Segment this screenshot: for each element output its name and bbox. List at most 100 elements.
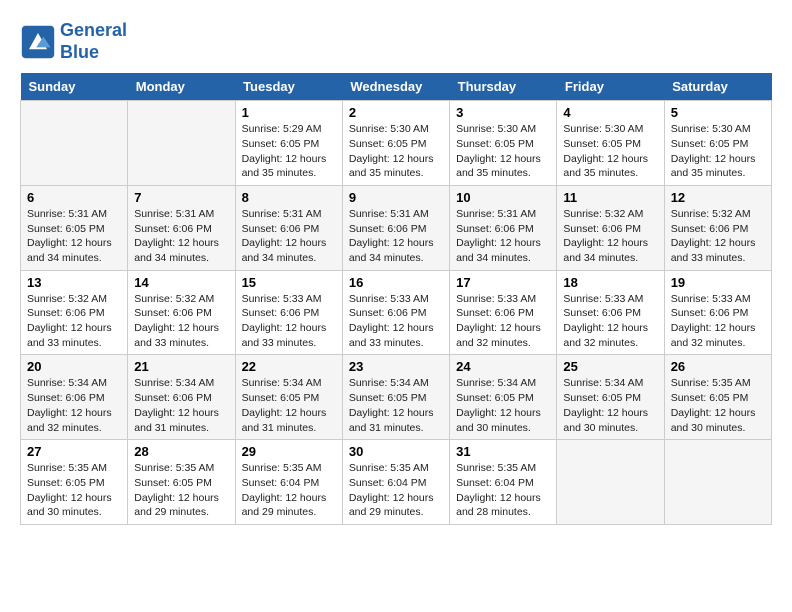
calendar-cell: 17 Sunrise: 5:33 AMSunset: 6:06 PMDayligh… <box>450 270 557 355</box>
day-header-sunday: Sunday <box>21 73 128 101</box>
day-info: Sunrise: 5:31 AMSunset: 6:06 PMDaylight:… <box>242 207 336 266</box>
day-info: Sunrise: 5:31 AMSunset: 6:06 PMDaylight:… <box>349 207 443 266</box>
day-number: 16 <box>349 275 443 290</box>
day-number: 17 <box>456 275 550 290</box>
day-number: 5 <box>671 105 765 120</box>
day-info: Sunrise: 5:33 AMSunset: 6:06 PMDaylight:… <box>671 292 765 351</box>
day-number: 14 <box>134 275 228 290</box>
calendar-week-row: 27 Sunrise: 5:35 AMSunset: 6:05 PMDayligh… <box>21 440 772 525</box>
day-header-wednesday: Wednesday <box>342 73 449 101</box>
day-info: Sunrise: 5:30 AMSunset: 6:05 PMDaylight:… <box>563 122 657 181</box>
day-info: Sunrise: 5:32 AMSunset: 6:06 PMDaylight:… <box>27 292 121 351</box>
day-info: Sunrise: 5:35 AMSunset: 6:05 PMDaylight:… <box>134 461 228 520</box>
day-number: 13 <box>27 275 121 290</box>
day-number: 3 <box>456 105 550 120</box>
day-info: Sunrise: 5:33 AMSunset: 6:06 PMDaylight:… <box>563 292 657 351</box>
day-info: Sunrise: 5:30 AMSunset: 6:05 PMDaylight:… <box>671 122 765 181</box>
calendar-cell: 28 Sunrise: 5:35 AMSunset: 6:05 PMDayligh… <box>128 440 235 525</box>
day-info: Sunrise: 5:31 AMSunset: 6:06 PMDaylight:… <box>456 207 550 266</box>
day-number: 23 <box>349 359 443 374</box>
day-number: 24 <box>456 359 550 374</box>
calendar-cell: 6Sunrise: 5:31 AMSunset: 6:05 PMDaylight… <box>21 185 128 270</box>
day-info: Sunrise: 5:29 AMSunset: 6:05 PMDaylight:… <box>242 122 336 181</box>
day-number: 26 <box>671 359 765 374</box>
day-header-tuesday: Tuesday <box>235 73 342 101</box>
day-header-monday: Monday <box>128 73 235 101</box>
calendar-header-row: SundayMondayTuesdayWednesdayThursdayFrid… <box>21 73 772 101</box>
day-number: 18 <box>563 275 657 290</box>
calendar-cell: 19 Sunrise: 5:33 AMSunset: 6:06 PMDayligh… <box>664 270 771 355</box>
day-info: Sunrise: 5:34 AMSunset: 6:05 PMDaylight:… <box>563 376 657 435</box>
day-number: 21 <box>134 359 228 374</box>
day-info: Sunrise: 5:30 AMSunset: 6:05 PMDaylight:… <box>349 122 443 181</box>
calendar-cell: 18 Sunrise: 5:33 AMSunset: 6:06 PMDayligh… <box>557 270 664 355</box>
day-number: 10 <box>456 190 550 205</box>
calendar-cell: 9 Sunrise: 5:31 AMSunset: 6:06 PMDaylight… <box>342 185 449 270</box>
day-info: Sunrise: 5:33 AMSunset: 6:06 PMDaylight:… <box>456 292 550 351</box>
calendar-cell: 12 Sunrise: 5:32 AMSunset: 6:06 PMDayligh… <box>664 185 771 270</box>
calendar-cell: 23Sunrise: 5:34 AMSunset: 6:05 PMDayligh… <box>342 355 449 440</box>
day-header-saturday: Saturday <box>664 73 771 101</box>
logo: General Blue <box>20 20 127 63</box>
calendar-cell: 7 Sunrise: 5:31 AMSunset: 6:06 PMDaylight… <box>128 185 235 270</box>
calendar-cell: 13 Sunrise: 5:32 AMSunset: 6:06 PMDayligh… <box>21 270 128 355</box>
calendar-cell: 3 Sunrise: 5:30 AMSunset: 6:05 PMDaylight… <box>450 101 557 186</box>
logo-line1: General <box>60 20 127 42</box>
day-number: 7 <box>134 190 228 205</box>
calendar-week-row: 1Sunrise: 5:29 AMSunset: 6:05 PMDaylight… <box>21 101 772 186</box>
calendar-cell <box>21 101 128 186</box>
day-number: 27 <box>27 444 121 459</box>
calendar-cell: 22 Sunrise: 5:34 AMSunset: 6:05 PMDayligh… <box>235 355 342 440</box>
day-number: 9 <box>349 190 443 205</box>
day-info: Sunrise: 5:35 AMSunset: 6:05 PMDaylight:… <box>671 376 765 435</box>
day-info: Sunrise: 5:34 AMSunset: 6:06 PMDaylight:… <box>134 376 228 435</box>
calendar-cell: 10 Sunrise: 5:31 AMSunset: 6:06 PMDayligh… <box>450 185 557 270</box>
day-number: 2 <box>349 105 443 120</box>
calendar-week-row: 6Sunrise: 5:31 AMSunset: 6:05 PMDaylight… <box>21 185 772 270</box>
logo-icon <box>20 24 56 60</box>
day-info: Sunrise: 5:35 AMSunset: 6:04 PMDaylight:… <box>242 461 336 520</box>
day-number: 19 <box>671 275 765 290</box>
calendar-table: SundayMondayTuesdayWednesdayThursdayFrid… <box>20 73 772 525</box>
calendar-cell: 26 Sunrise: 5:35 AMSunset: 6:05 PMDayligh… <box>664 355 771 440</box>
day-info: Sunrise: 5:31 AMSunset: 6:06 PMDaylight:… <box>134 207 228 266</box>
day-info: Sunrise: 5:30 AMSunset: 6:05 PMDaylight:… <box>456 122 550 181</box>
day-number: 12 <box>671 190 765 205</box>
calendar-cell: 14 Sunrise: 5:32 AMSunset: 6:06 PMDayligh… <box>128 270 235 355</box>
calendar-cell: 16 Sunrise: 5:33 AMSunset: 6:06 PMDayligh… <box>342 270 449 355</box>
calendar-cell: 25 Sunrise: 5:34 AMSunset: 6:05 PMDayligh… <box>557 355 664 440</box>
day-info: Sunrise: 5:35 AMSunset: 6:04 PMDaylight:… <box>349 461 443 520</box>
calendar-cell: 8 Sunrise: 5:31 AMSunset: 6:06 PMDaylight… <box>235 185 342 270</box>
logo-line2: Blue <box>60 42 127 64</box>
day-info: Sunrise: 5:33 AMSunset: 6:06 PMDaylight:… <box>242 292 336 351</box>
calendar-cell: 1Sunrise: 5:29 AMSunset: 6:05 PMDaylight… <box>235 101 342 186</box>
calendar-week-row: 20 Sunrise: 5:34 AMSunset: 6:06 PMDayligh… <box>21 355 772 440</box>
day-number: 22 <box>242 359 336 374</box>
calendar-cell: 29 Sunrise: 5:35 AMSunset: 6:04 PMDayligh… <box>235 440 342 525</box>
day-info: Sunrise: 5:34 AMSunset: 6:05 PMDaylight:… <box>242 376 336 435</box>
day-number: 29 <box>242 444 336 459</box>
day-info: Sunrise: 5:32 AMSunset: 6:06 PMDaylight:… <box>134 292 228 351</box>
day-number: 15 <box>242 275 336 290</box>
day-info: Sunrise: 5:32 AMSunset: 6:06 PMDaylight:… <box>563 207 657 266</box>
calendar-week-row: 13 Sunrise: 5:32 AMSunset: 6:06 PMDayligh… <box>21 270 772 355</box>
day-number: 8 <box>242 190 336 205</box>
calendar-cell <box>664 440 771 525</box>
day-info: Sunrise: 5:34 AMSunset: 6:06 PMDaylight:… <box>27 376 121 435</box>
day-number: 28 <box>134 444 228 459</box>
day-info: Sunrise: 5:34 AMSunset: 6:05 PMDaylight:… <box>456 376 550 435</box>
day-number: 25 <box>563 359 657 374</box>
calendar-cell: 20 Sunrise: 5:34 AMSunset: 6:06 PMDayligh… <box>21 355 128 440</box>
calendar-cell: 30Sunrise: 5:35 AMSunset: 6:04 PMDayligh… <box>342 440 449 525</box>
day-number: 20 <box>27 359 121 374</box>
calendar-cell: 5 Sunrise: 5:30 AMSunset: 6:05 PMDaylight… <box>664 101 771 186</box>
calendar-cell: 31Sunrise: 5:35 AMSunset: 6:04 PMDayligh… <box>450 440 557 525</box>
calendar-cell: 2 Sunrise: 5:30 AMSunset: 6:05 PMDaylight… <box>342 101 449 186</box>
day-info: Sunrise: 5:32 AMSunset: 6:06 PMDaylight:… <box>671 207 765 266</box>
day-header-thursday: Thursday <box>450 73 557 101</box>
calendar-cell: 27Sunrise: 5:35 AMSunset: 6:05 PMDayligh… <box>21 440 128 525</box>
day-number: 4 <box>563 105 657 120</box>
calendar-cell: 11Sunrise: 5:32 AMSunset: 6:06 PMDayligh… <box>557 185 664 270</box>
calendar-cell <box>557 440 664 525</box>
day-info: Sunrise: 5:33 AMSunset: 6:06 PMDaylight:… <box>349 292 443 351</box>
